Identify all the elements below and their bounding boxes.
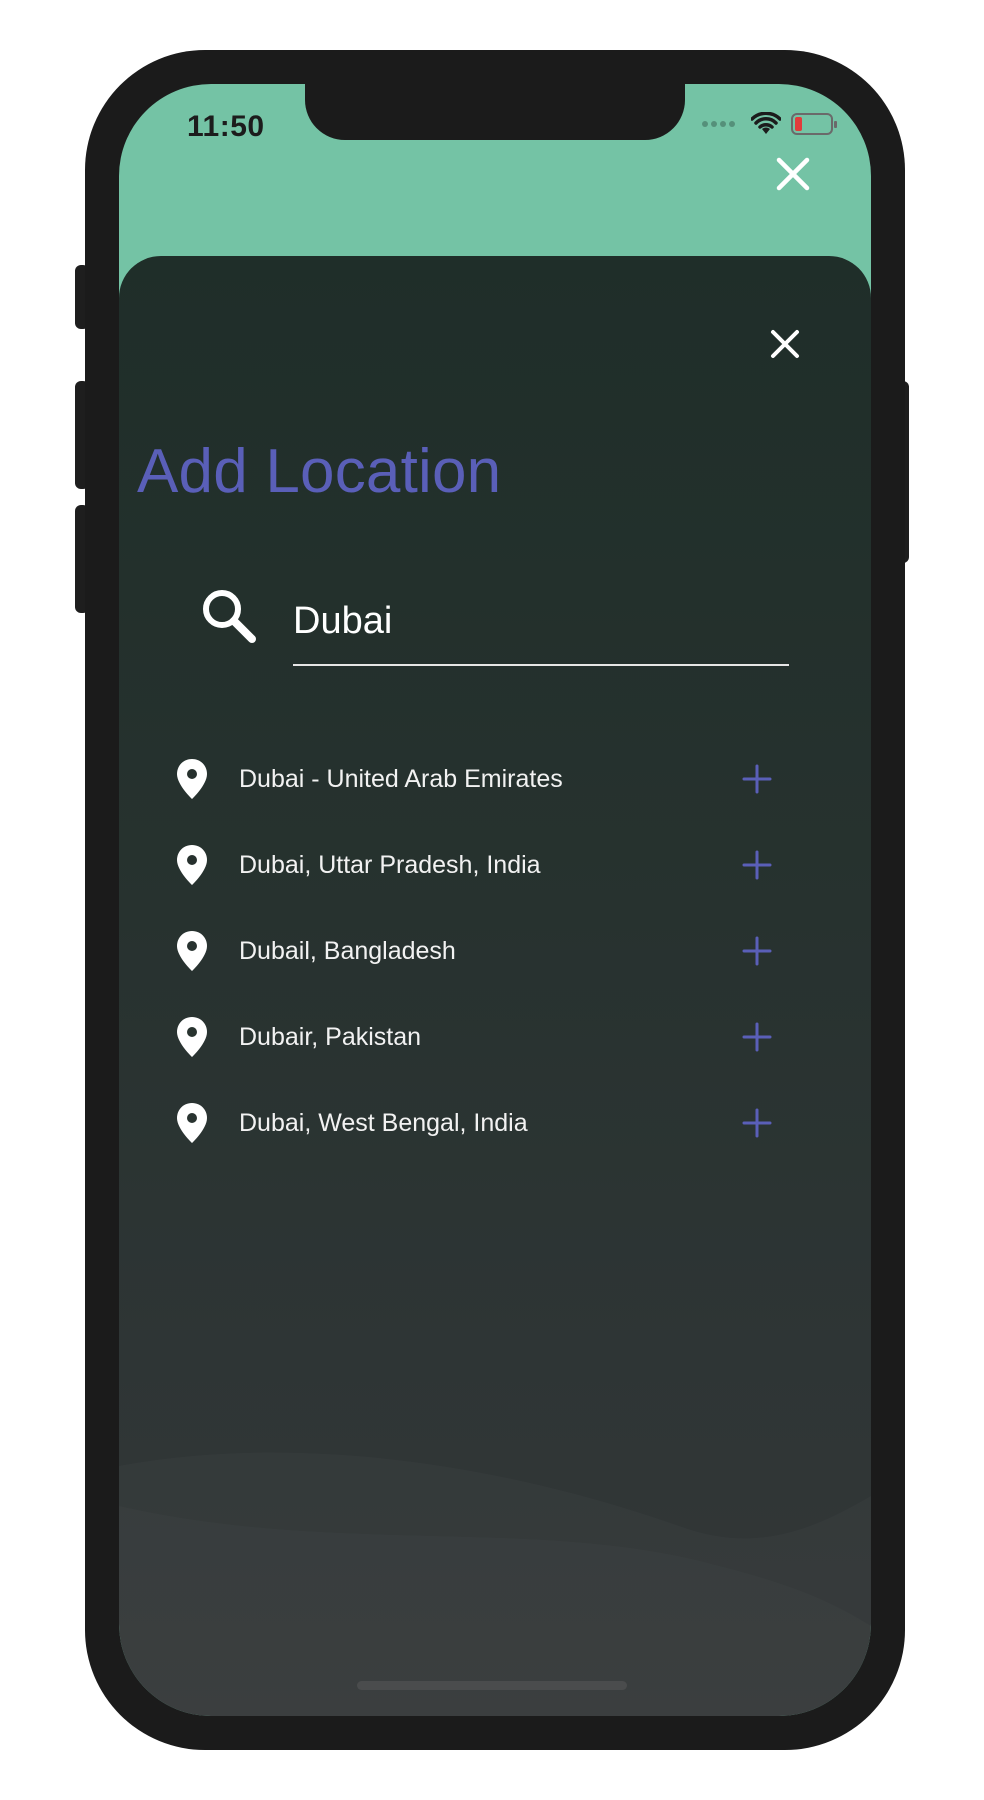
list-item-label: Dubai, West Bengal, India [239, 1108, 528, 1137]
location-pin-icon [177, 931, 207, 971]
close-icon[interactable] [773, 154, 813, 194]
list-item[interactable]: Dubai, West Bengal, India [175, 1080, 775, 1166]
device-stage: 11:50 Add Location Dubai Dubai - United … [0, 0, 984, 1800]
list-item-label: Dubail, Bangladesh [239, 936, 456, 965]
list-item[interactable]: Dubail, Bangladesh [175, 908, 775, 994]
location-pin-icon [177, 759, 207, 799]
list-item[interactable]: Dubai - United Arab Emirates [175, 736, 775, 822]
search-bar [199, 586, 799, 676]
wifi-icon [751, 112, 781, 134]
location-pin-icon [177, 1103, 207, 1143]
home-indicator[interactable] [357, 1681, 627, 1690]
phone-frame: 11:50 Add Location Dubai Dubai - United … [85, 50, 905, 1750]
add-location-sheet: Add Location Dubai - United Arab [119, 256, 871, 1716]
screen: 11:50 Add Location Dubai Dubai - United … [119, 84, 871, 1716]
list-item[interactable]: Dubair, Pakistan [175, 994, 775, 1080]
battery-low-icon [791, 113, 837, 135]
list-item-label: Dubai - United Arab Emirates [239, 764, 563, 793]
notch [305, 84, 685, 140]
page-title: Add Location [137, 437, 502, 506]
add-location-button[interactable] [741, 935, 773, 967]
list-item[interactable]: Dubai, Uttar Pradesh, India [175, 822, 775, 908]
location-pin-icon [177, 1017, 207, 1057]
list-item-label: Dubai, Uttar Pradesh, India [239, 850, 541, 879]
search-input[interactable] [293, 586, 789, 666]
location-pin-icon [177, 845, 207, 885]
list-item-label: Dubair, Pakistan [239, 1022, 422, 1051]
add-location-button[interactable] [741, 1107, 773, 1139]
search-icon [203, 590, 256, 643]
status-time: 11:50 [187, 110, 265, 143]
location-results: Dubai - United Arab Emirates Dubai, Utta… [175, 736, 775, 1166]
close-sheet-icon[interactable] [767, 326, 803, 362]
add-location-button[interactable] [741, 763, 773, 795]
add-location-button[interactable] [741, 849, 773, 881]
add-location-button[interactable] [741, 1021, 773, 1053]
status-icons [702, 112, 837, 136]
background-waves [119, 1396, 871, 1716]
cellular-dots-icon [702, 121, 735, 127]
